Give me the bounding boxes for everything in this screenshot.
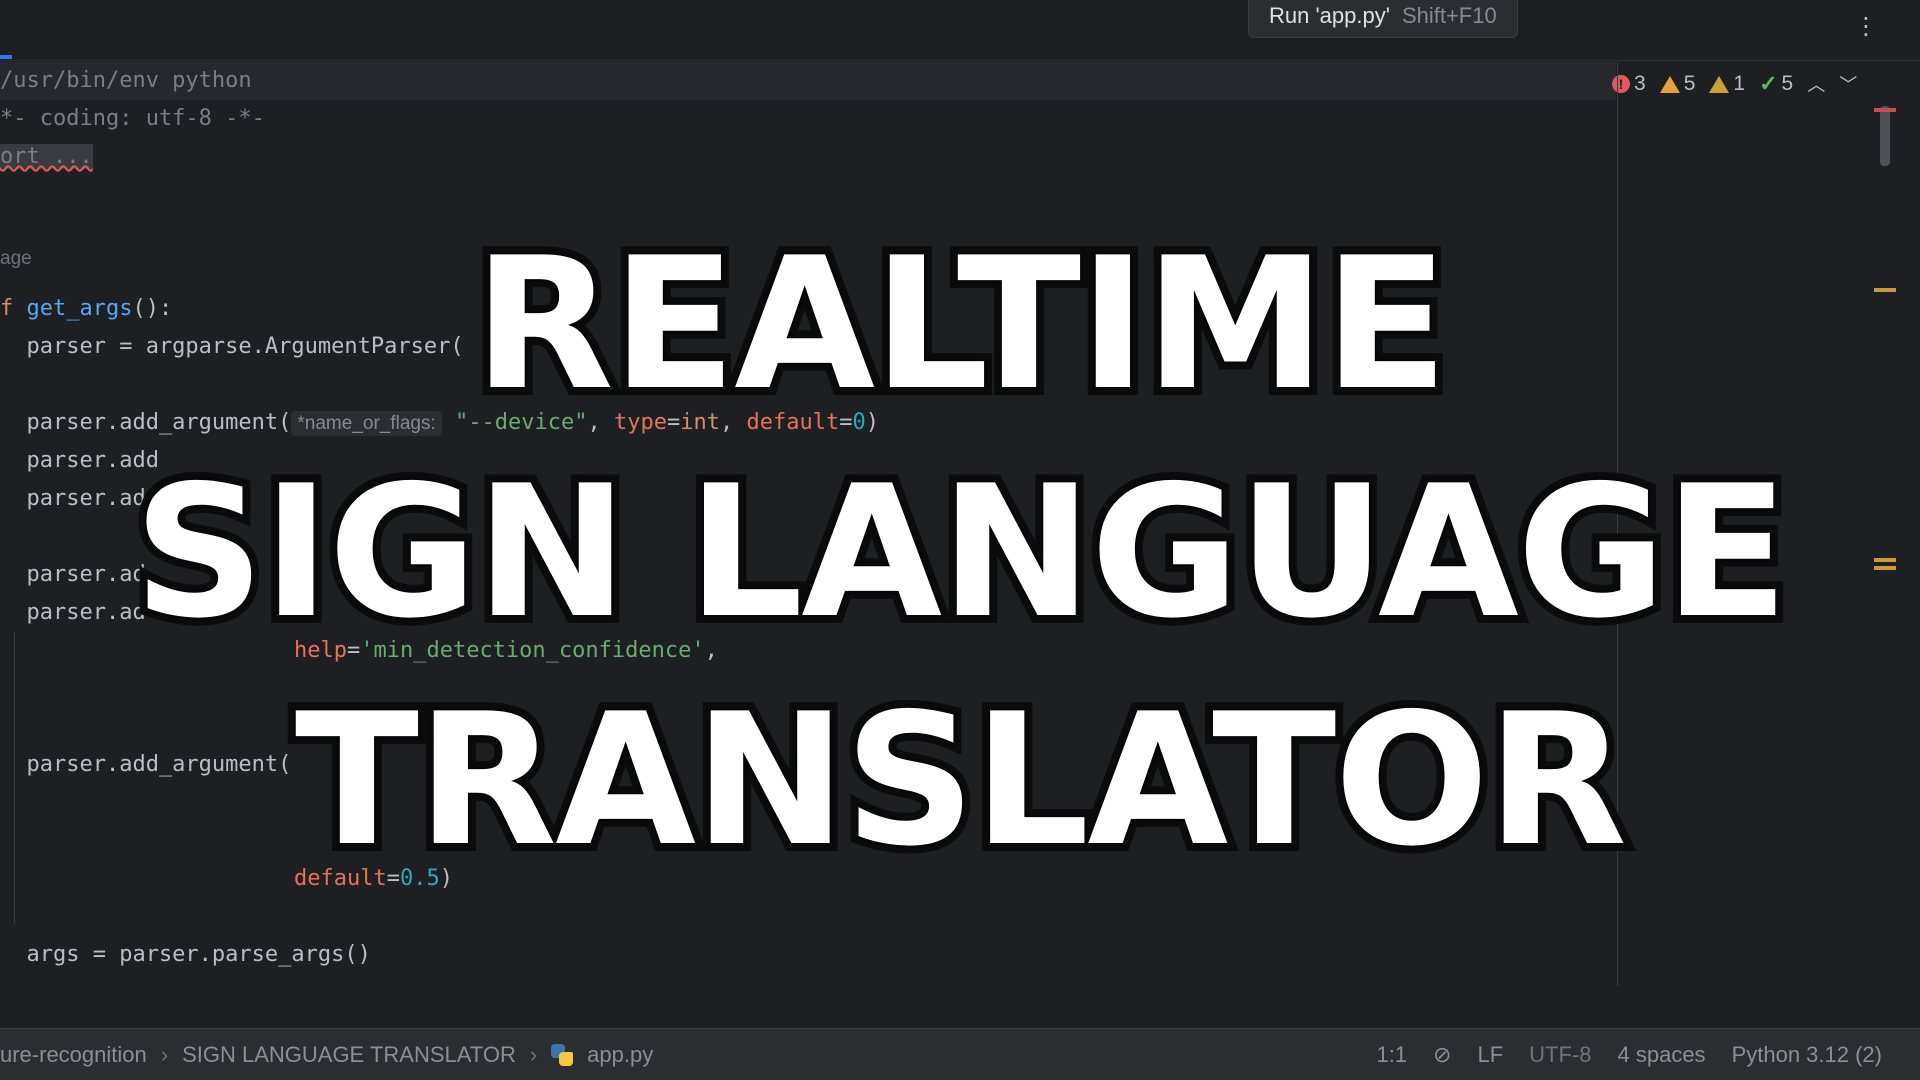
run-tooltip: Run 'app.py' Shift+F10 <box>1248 0 1518 38</box>
warnings-count[interactable]: 5 <box>1659 72 1696 96</box>
code-line-import: ort ... <box>0 138 93 176</box>
weak-warnings-count-label: 1 <box>1733 72 1746 95</box>
readonly-toggle-icon[interactable]: ⊘ <box>1433 1042 1451 1068</box>
breadcrumb-project[interactable]: ure-recognition <box>0 1042 147 1068</box>
status-widgets: 1:1 ⊘ LF UTF-8 4 spaces Python 3.12 (2) <box>1376 1029 1882 1080</box>
active-tab-indicator <box>0 55 12 59</box>
editor-scrollbar[interactable] <box>1880 106 1890 166</box>
status-bar: ure-recognition › SIGN LANGUAGE TRANSLAT… <box>0 1028 1920 1080</box>
next-problem-icon[interactable]: ﹀ <box>1839 71 1857 97</box>
ok-count-label: 5 <box>1781 72 1794 95</box>
chevron-right-icon: › <box>529 1042 538 1067</box>
caret-position[interactable]: 1:1 <box>1376 1042 1407 1068</box>
check-icon: ✓ <box>1759 71 1778 96</box>
file-encoding[interactable]: UTF-8 <box>1529 1042 1591 1068</box>
error-marker[interactable] <box>1874 108 1896 112</box>
ide-window: Run 'app.py' Shift+F10 ⋮ ! 3 5 1 ✓ 5 ︿ ﹀… <box>0 0 1920 1080</box>
warning-icon <box>1659 75 1680 93</box>
line-separator[interactable]: LF <box>1477 1042 1503 1068</box>
breadcrumb-file[interactable]: app.py <box>587 1042 653 1068</box>
code-line-args: args = parser.parse_args() <box>0 942 371 967</box>
code-line-coding: *- coding: utf-8 -*- <box>0 106 265 131</box>
title-line-3: TRANSLATOR <box>287 666 1635 894</box>
errors-count-label: 3 <box>1634 72 1646 95</box>
weak-warning-icon <box>1709 75 1730 93</box>
folded-import[interactable]: ort ... <box>0 144 93 169</box>
python-file-icon <box>551 1044 574 1066</box>
title-line-2: SIGN LANGUAGE <box>125 438 1796 666</box>
chevron-right-icon: › <box>160 1042 169 1067</box>
python-interpreter[interactable]: Python 3.12 (2) <box>1732 1042 1882 1068</box>
title-overlay: REALTIME SIGN LANGUAGE TRANSLATOR <box>0 210 1920 894</box>
weak-warnings-count[interactable]: 1 <box>1709 72 1745 96</box>
warnings-count-label: 5 <box>1683 72 1696 95</box>
breadcrumb-folder[interactable]: SIGN LANGUAGE TRANSLATOR <box>182 1042 516 1068</box>
more-options-icon[interactable]: ⋮ <box>1854 10 1878 42</box>
previous-problem-icon[interactable]: ︿ <box>1807 71 1825 97</box>
error-icon: ! <box>1612 75 1630 93</box>
title-line-1: REALTIME <box>466 210 1456 438</box>
indent-setting[interactable]: 4 spaces <box>1618 1042 1706 1068</box>
ok-count[interactable]: ✓ 5 <box>1759 71 1793 97</box>
inspection-widget[interactable]: ! 3 5 1 ✓ 5 ︿ ﹀ <box>1612 70 1857 98</box>
run-tooltip-label: Run 'app.py' <box>1269 3 1390 28</box>
breadcrumb: ure-recognition › SIGN LANGUAGE TRANSLAT… <box>0 1029 653 1080</box>
run-tooltip-shortcut: Shift+F10 <box>1401 3 1497 28</box>
code-line-shebang: /usr/bin/env python <box>0 68 252 93</box>
top-toolbar: Run 'app.py' Shift+F10 ⋮ <box>0 0 1920 61</box>
